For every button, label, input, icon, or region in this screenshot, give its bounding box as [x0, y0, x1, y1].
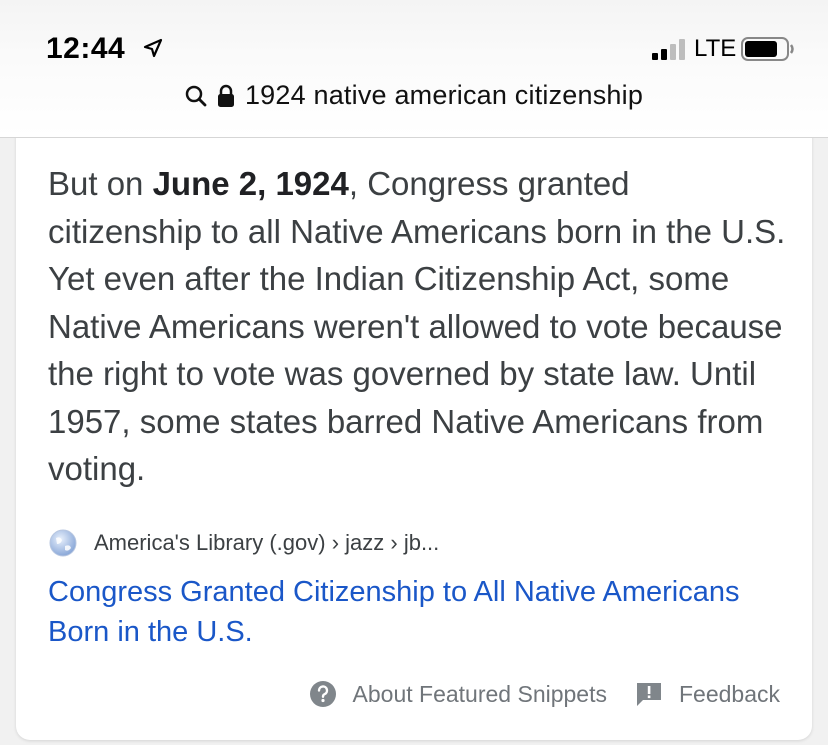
result-title-link[interactable]: Congress Granted Citizenship to All Nati…	[48, 572, 748, 652]
about-featured-snippets-button[interactable]: About Featured Snippets	[309, 680, 607, 708]
status-time: 12:44	[46, 32, 126, 65]
snippet-suffix: , Congress granted citizenship to all Na…	[48, 165, 786, 487]
lock-icon	[217, 84, 234, 107]
snippet-prefix: But on	[48, 165, 153, 202]
feedback-icon	[636, 683, 661, 706]
globe-icon	[49, 529, 77, 557]
about-label: About Featured Snippets	[352, 680, 607, 707]
snippet-footer: About Featured Snippets Feedback	[16, 680, 812, 708]
snippet-text: But on June 2, 1924, Congress granted ci…	[48, 160, 788, 493]
network-label: LTE	[694, 35, 737, 62]
feedback-label: Feedback	[678, 680, 780, 707]
location-arrow-icon	[143, 38, 163, 58]
address-query: 1924 native american citizenship	[244, 80, 644, 110]
snippet-highlight: June 2, 1924	[152, 165, 349, 202]
source-breadcrumb: America's Library (.gov) › jazz › jb...	[94, 530, 440, 555]
cellular-signal-icon	[652, 39, 685, 60]
battery-icon	[741, 37, 794, 61]
search-icon	[185, 85, 207, 106]
status-and-address-bar: 12:44 LTE 1924 native american citizensh…	[0, 0, 828, 138]
help-icon	[309, 681, 336, 707]
address-bar[interactable]: 1924 native american citizenship	[0, 80, 828, 111]
feedback-button[interactable]: Feedback	[635, 680, 780, 708]
featured-snippet-card: But on June 2, 1924, Congress granted ci…	[16, 118, 812, 740]
source-row[interactable]: America's Library (.gov) › jazz › jb...	[48, 528, 439, 558]
